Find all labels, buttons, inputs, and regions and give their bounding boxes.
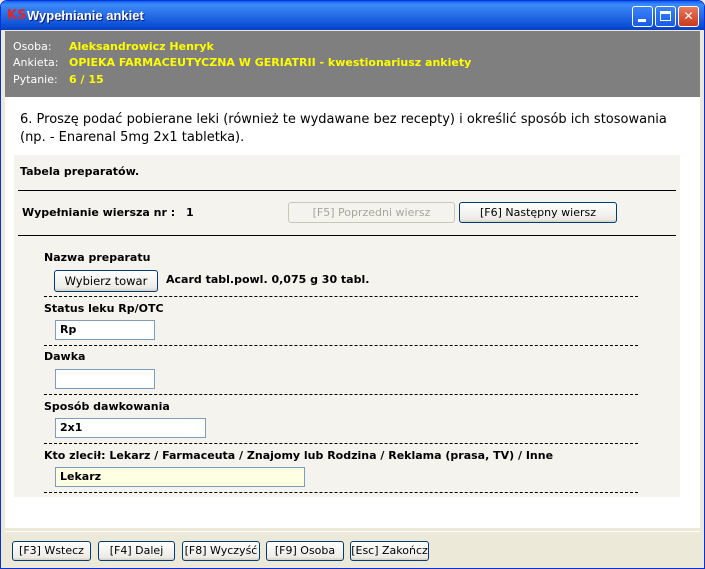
person-label: Osoba: <box>13 40 52 53</box>
row-number: 1 <box>186 206 194 219</box>
window-title: Wypełnianie ankiet <box>27 8 144 23</box>
prescriber-label: Kto zlecił: Lekarz / Farmaceuta / Znajom… <box>44 449 554 462</box>
table-title: Tabela preparatów. <box>20 165 140 178</box>
dose-input[interactable] <box>55 369 155 389</box>
dashed-divider <box>44 296 638 297</box>
prescriber-input[interactable]: Lekarz <box>55 467 305 487</box>
back-button[interactable]: [F3] Wstecz <box>12 541 91 561</box>
person-value: Aleksandrowicz Henryk <box>69 40 214 53</box>
survey-value: OPIEKA FARMACEUTYCZNA W GERIATRII - kwes… <box>69 56 472 69</box>
divider <box>18 235 676 236</box>
previous-row-button[interactable]: [F5] Poprzedni wiersz <box>288 202 455 223</box>
question-area: 6. Proszę podać pobierane leki (również … <box>5 97 700 528</box>
finish-button[interactable]: [Esc] Zakończ <box>350 541 429 561</box>
dashed-divider <box>44 345 638 346</box>
medication-table-panel: Tabela preparatów. Wypełnianie wiersza n… <box>14 155 680 497</box>
divider <box>18 190 676 191</box>
next-button[interactable]: [F4] Dalej <box>98 541 175 561</box>
minimize-button[interactable] <box>632 6 653 27</box>
dashed-divider <box>44 443 638 444</box>
person-button[interactable]: [F9] Osoba <box>266 541 344 561</box>
close-button[interactable]: ✕ <box>678 6 699 27</box>
maximize-icon <box>660 11 671 21</box>
dashed-divider <box>44 492 638 493</box>
product-name-label: Nazwa preparatu <box>44 251 151 264</box>
status-input[interactable]: Rp <box>55 320 155 340</box>
choose-product-button[interactable]: Wybierz towar <box>54 270 158 292</box>
dosage-label: Sposób dawkowania <box>44 400 170 413</box>
maximize-button[interactable] <box>655 6 676 27</box>
app-logo-icon: KS <box>7 8 27 23</box>
survey-window: KS Wypełnianie ankiet ✕ Osoba: Aleksandr… <box>0 0 705 569</box>
survey-label: Ankieta: <box>13 56 59 69</box>
product-name-value: Acard tabl.powl. 0,075 g 30 tabl. <box>166 273 370 286</box>
survey-info-header: Osoba: Aleksandrowicz Henryk Ankieta: OP… <box>5 31 700 97</box>
clear-button[interactable]: [F8] Wyczyść <box>182 541 260 561</box>
dashed-divider <box>44 394 638 395</box>
row-label: Wypełnianie wiersza nr : <box>22 206 176 219</box>
question-text: 6. Proszę podać pobierane leki (również … <box>20 112 667 145</box>
question-counter-value: 6 / 15 <box>69 73 104 86</box>
question-counter-label: Pytanie: <box>13 73 58 86</box>
status-label: Status leku Rp/OTC <box>44 302 164 315</box>
minimize-icon <box>638 19 646 22</box>
next-row-button[interactable]: [F6] Następny wiersz <box>459 202 617 223</box>
dose-label: Dawka <box>44 350 86 363</box>
dosage-input[interactable]: 2x1 <box>55 418 206 438</box>
title-bar[interactable]: KS Wypełnianie ankiet ✕ <box>1 1 704 30</box>
bottom-toolbar: [F3] Wstecz [F4] Dalej [F8] Wyczyść [F9]… <box>5 531 700 567</box>
close-icon: ✕ <box>683 9 694 23</box>
